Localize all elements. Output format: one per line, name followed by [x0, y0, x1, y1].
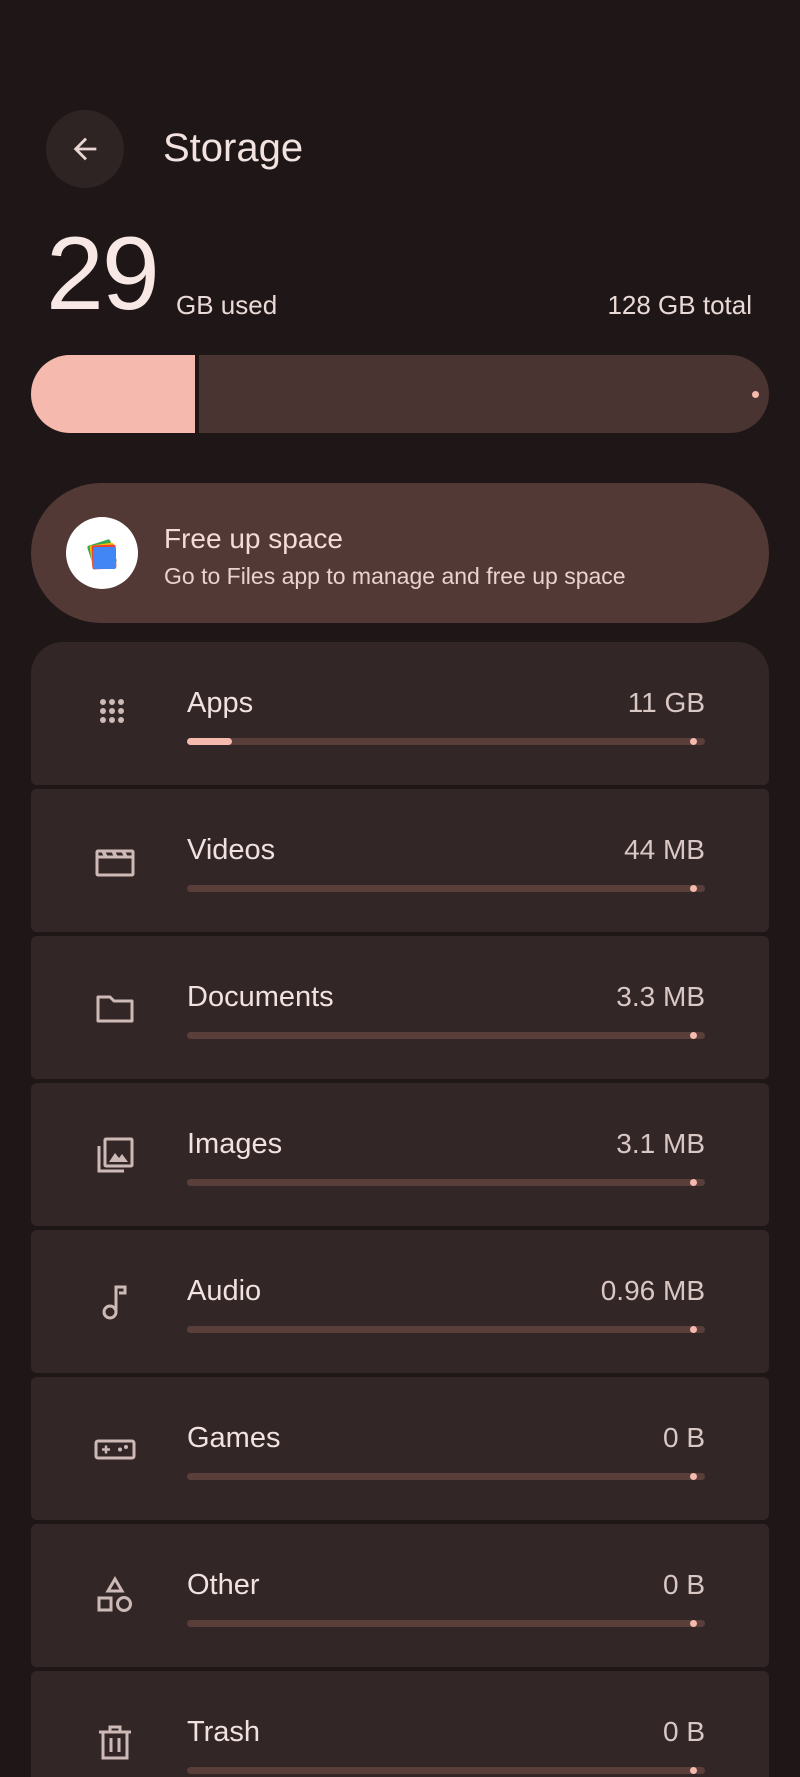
category-usage-bar-end-dot: [690, 1473, 697, 1480]
category-label: Other: [187, 1569, 260, 1601]
category-images[interactable]: Images 3.1 MB: [31, 1083, 769, 1226]
category-usage-bar: [187, 885, 705, 892]
gamepad-icon: [93, 1427, 137, 1471]
category-usage-bar: [187, 1620, 705, 1627]
category-size: 3.3 MB: [616, 981, 705, 1012]
arrow-back-icon: [73, 137, 97, 161]
files-app-icon: [66, 517, 138, 589]
category-usage-bar: [187, 738, 705, 745]
category-usage-bar-end-dot: [690, 1620, 697, 1627]
category-size: 44 MB: [624, 834, 705, 865]
folder-icon: [93, 986, 137, 1030]
category-trash[interactable]: Trash 0 B: [31, 1671, 769, 1777]
category-size: 0 B: [662, 1716, 705, 1747]
category-other[interactable]: Other 0 B: [31, 1524, 769, 1667]
category-usage-bar-fill: [187, 738, 232, 745]
category-documents[interactable]: Documents 3.3 MB: [31, 936, 769, 1079]
category-audio[interactable]: Audio 0.96 MB: [31, 1230, 769, 1373]
category-label: Audio: [187, 1275, 262, 1307]
category-label: Apps: [187, 687, 254, 719]
category-apps[interactable]: Apps 11 GB: [31, 642, 769, 785]
category-size: 0 B: [662, 1422, 705, 1453]
category-label: Games: [187, 1422, 281, 1454]
category-label: Documents: [187, 981, 334, 1013]
category-size: 0 B: [662, 1569, 705, 1600]
category-usage-bar-end-dot: [690, 738, 697, 745]
movie-clapper-icon: [93, 839, 137, 883]
category-size: 3.1 MB: [616, 1128, 705, 1159]
storage-usage-bar-fill: [31, 355, 199, 433]
used-storage-value: 29: [46, 216, 160, 332]
trash-icon: [93, 1721, 137, 1765]
category-usage-bar: [187, 1473, 705, 1480]
category-videos[interactable]: Videos 44 MB: [31, 789, 769, 932]
music-note-icon: [93, 1280, 137, 1324]
category-usage-bar: [187, 1767, 705, 1774]
category-games[interactable]: Games 0 B: [31, 1377, 769, 1520]
category-size: 0.96 MB: [600, 1275, 705, 1306]
category-size: 11 GB: [627, 687, 705, 718]
category-label: Images: [187, 1128, 283, 1160]
total-storage-label: 128 GB total: [607, 290, 752, 320]
category-label: Trash: [187, 1716, 261, 1748]
category-usage-bar: [187, 1326, 705, 1333]
category-label: Videos: [187, 834, 276, 866]
category-usage-bar-end-dot: [690, 1032, 697, 1039]
free-up-space-title: Free up space: [164, 523, 343, 554]
shapes-icon: [93, 1574, 137, 1618]
free-up-space-card[interactable]: Free up space Go to Files app to manage …: [31, 483, 769, 623]
category-usage-bar-end-dot: [690, 885, 697, 892]
category-usage-bar-end-dot: [690, 1179, 697, 1186]
photo-library-icon: [93, 1133, 137, 1177]
free-up-space-subtitle: Go to Files app to manage and free up sp…: [164, 563, 626, 589]
storage-screen: Storage 29 GB used 128 GB total Free up …: [0, 0, 800, 1777]
used-storage-unit: GB used: [176, 290, 278, 320]
page-title: Storage: [163, 126, 304, 170]
category-usage-bar-end-dot: [690, 1767, 697, 1774]
apps-grid-icon: [93, 692, 137, 736]
back-button[interactable]: [46, 110, 124, 188]
category-usage-bar: [187, 1032, 705, 1039]
category-usage-bar-end-dot: [690, 1326, 697, 1333]
storage-usage-bar: [31, 355, 769, 433]
storage-category-list: Apps 11 GB Videos 44 MB Documents 3.3 MB…: [31, 642, 769, 1777]
category-usage-bar: [187, 1179, 705, 1186]
storage-usage-bar-end-dot: [752, 391, 759, 398]
